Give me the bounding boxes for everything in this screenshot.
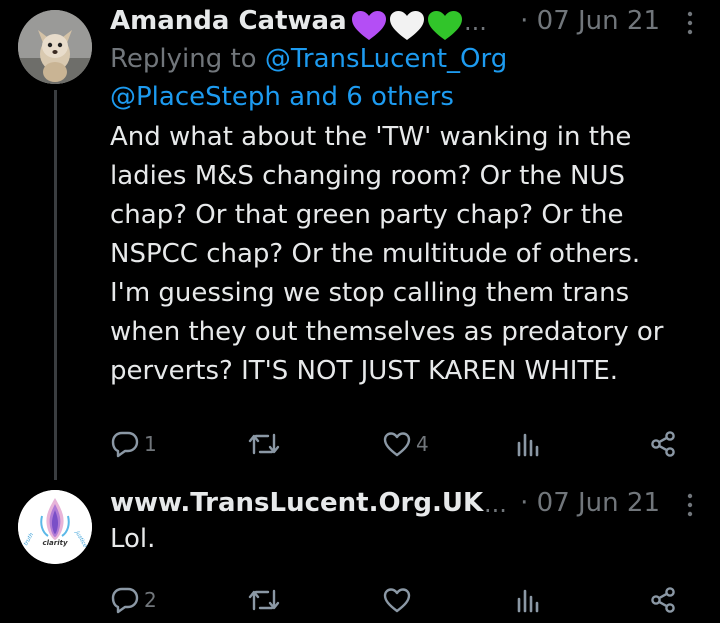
mention-link[interactable]: @TransLucent_Org <box>265 44 507 74</box>
views-button[interactable] <box>514 424 546 464</box>
repost-button[interactable] <box>248 580 284 620</box>
more-options-icon[interactable] <box>684 10 696 36</box>
tweet-actions: 2 <box>108 580 688 620</box>
heart-icon <box>383 588 411 613</box>
reply-icon <box>111 431 139 458</box>
name-truncation: ... <box>484 490 507 518</box>
like-button[interactable]: 4 <box>382 424 429 464</box>
purple-heart-icon <box>352 11 386 40</box>
emoji-row <box>350 10 464 42</box>
share-icon <box>651 431 675 457</box>
like-count: 4 <box>416 432 429 456</box>
flame-logo-icon: clarity truth justice <box>18 490 92 564</box>
replying-prefix: Replying to <box>110 44 265 74</box>
green-heart-icon <box>428 11 462 40</box>
avatar[interactable]: clarity truth justice <box>18 490 92 564</box>
share-button[interactable] <box>648 424 682 464</box>
tweet-text: Lol. <box>110 524 156 554</box>
more-options-icon[interactable] <box>684 492 696 518</box>
avatar[interactable] <box>18 10 92 84</box>
tweet-text: And what about the 'TW' wanking in the l… <box>110 122 664 386</box>
tweet[interactable]: clarity truth justice www.TransLucent.Or… <box>0 480 720 623</box>
thread-line <box>54 90 57 480</box>
tweet[interactable]: Amanda Catwaa ... · 07 Jun 21 Replying t… <box>0 0 720 480</box>
tweet-date[interactable]: · 07 Jun 21 <box>520 6 660 36</box>
reply-button[interactable]: 2 <box>110 580 157 620</box>
views-icon <box>517 589 539 613</box>
mention-others-link[interactable]: @PlaceSteph and 6 others <box>110 82 454 112</box>
reply-button[interactable]: 1 <box>110 424 157 464</box>
share-icon <box>651 587 675 613</box>
views-icon <box>517 433 539 457</box>
reply-count: 1 <box>144 432 157 456</box>
repost-button[interactable] <box>248 424 284 464</box>
repost-icon <box>248 589 280 611</box>
like-button[interactable] <box>382 580 416 620</box>
display-name[interactable]: Amanda Catwaa <box>110 6 347 36</box>
display-name[interactable]: www.TransLucent.Org.UK <box>110 488 483 518</box>
white-heart-icon <box>390 11 424 40</box>
tweet-actions: 1 4 <box>108 424 688 464</box>
replying-to: Replying to @TransLucent_Org <box>110 40 696 78</box>
tweet-header: Amanda Catwaa ... · 07 Jun 21 <box>110 0 696 40</box>
avatar-text-middle: clarity <box>42 539 67 547</box>
heart-icon <box>383 432 411 457</box>
tweet-date[interactable]: · 07 Jun 21 <box>520 488 660 518</box>
reply-icon <box>111 587 139 614</box>
views-button[interactable] <box>514 580 546 620</box>
name-truncation: ... <box>464 8 487 36</box>
tweet-header: www.TransLucent.Org.UK ... · 07 Jun 21 <box>110 480 696 520</box>
dog-avatar-icon <box>18 10 92 84</box>
reply-count: 2 <box>144 588 157 612</box>
share-button[interactable] <box>648 580 682 620</box>
replying-to-others: @PlaceSteph and 6 others <box>110 78 696 116</box>
repost-icon <box>248 433 280 455</box>
